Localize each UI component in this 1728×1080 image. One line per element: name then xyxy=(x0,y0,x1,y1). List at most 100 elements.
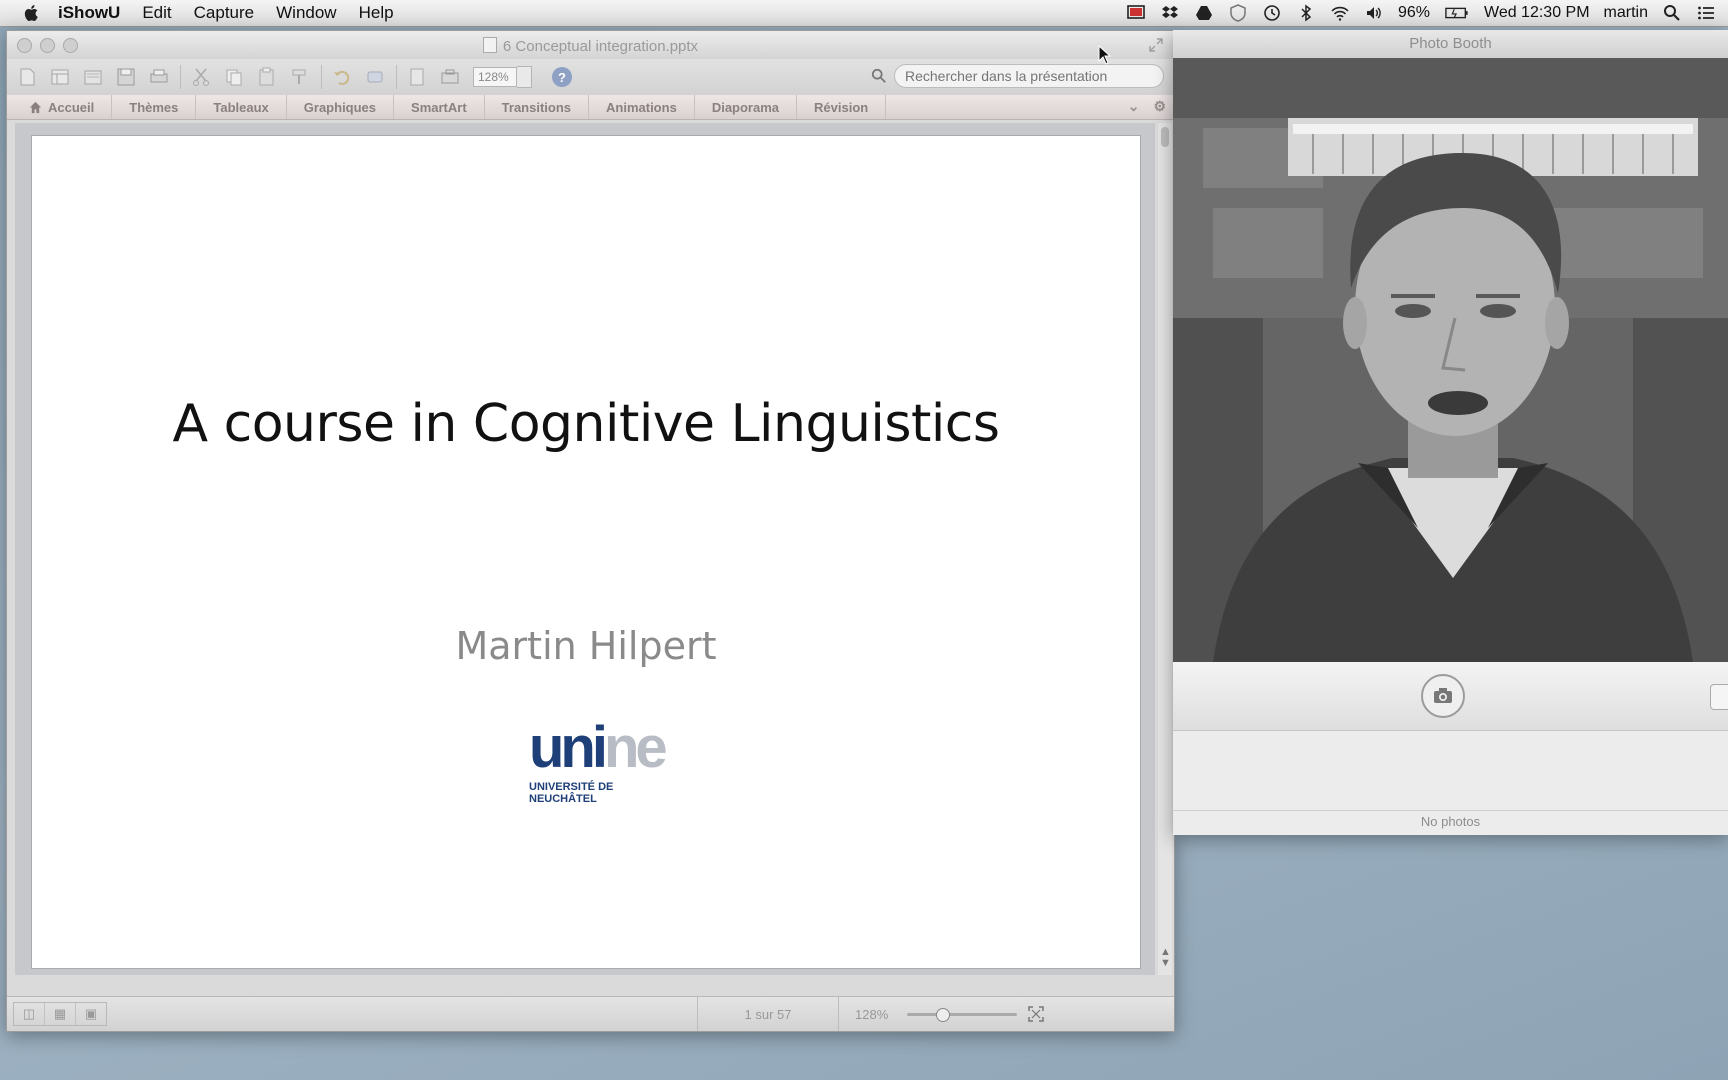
take-photo-button[interactable] xyxy=(1421,674,1465,718)
cut-icon[interactable] xyxy=(188,64,214,90)
photobooth-title: Photo Booth xyxy=(1409,35,1492,52)
tab-accueil-label: Accueil xyxy=(48,99,95,115)
menu-edit[interactable]: Edit xyxy=(142,3,171,23)
scroll-thumb[interactable] xyxy=(1161,127,1169,147)
toolbar-divider xyxy=(396,65,397,89)
toolbox-icon[interactable] xyxy=(437,64,463,90)
ppt-titlebar[interactable]: 6 Conceptual integration.pptx xyxy=(7,31,1174,59)
menu-window[interactable]: Window xyxy=(276,3,336,23)
camera-icon xyxy=(1434,688,1452,703)
redo-icon[interactable] xyxy=(362,64,388,90)
ppt-toolbar: 128% ? xyxy=(7,59,1174,95)
slide-sorter-icon[interactable]: ▦ xyxy=(45,1003,76,1025)
logo-ne: ne xyxy=(603,715,668,780)
save-icon[interactable] xyxy=(113,64,139,90)
help-icon[interactable]: ? xyxy=(552,67,572,87)
photo-strip-divider xyxy=(1173,810,1728,811)
open-icon[interactable] xyxy=(80,64,106,90)
slide-title[interactable]: A course in Cognitive Linguistics xyxy=(32,394,1140,454)
print-icon[interactable] xyxy=(146,64,172,90)
ribbon-settings-icon[interactable]: ⚙ xyxy=(1153,98,1166,115)
mouse-cursor-icon xyxy=(1098,45,1112,65)
bluetooth-icon[interactable] xyxy=(1296,3,1316,23)
copy-icon[interactable] xyxy=(221,64,247,90)
zoom-slider-knob[interactable] xyxy=(936,1008,951,1022)
ribbon-tabs: Accueil Thèmes Tableaux Graphiques Smart… xyxy=(7,95,1174,120)
ppt-title: 6 Conceptual integration.pptx xyxy=(7,37,1174,55)
effects-button[interactable] xyxy=(1710,684,1728,710)
screen-recording-icon[interactable] xyxy=(1126,3,1146,23)
zoom-slider[interactable] xyxy=(907,1008,1017,1022)
slide-subtitle[interactable]: Martin Hilpert xyxy=(32,624,1140,668)
search-container xyxy=(864,64,1164,88)
spotlight-icon[interactable] xyxy=(1662,3,1682,23)
paste-icon[interactable] xyxy=(254,64,280,90)
photobooth-window: Photo Booth No photos xyxy=(1173,30,1728,835)
menu-help[interactable]: Help xyxy=(359,3,394,23)
ppt-title-label: 6 Conceptual integration.pptx xyxy=(502,38,699,55)
slide[interactable]: A course in Cognitive Linguistics Martin… xyxy=(31,135,1141,969)
menu-clock[interactable]: Wed 12:30 PM xyxy=(1484,4,1590,22)
wifi-icon[interactable] xyxy=(1330,3,1350,23)
camera-feed-image xyxy=(1173,58,1728,662)
toolbar-divider xyxy=(180,65,181,89)
format-painter-icon[interactable] xyxy=(287,64,313,90)
volume-icon[interactable] xyxy=(1364,3,1384,23)
ribbon-collapse-icon[interactable]: ⌄ xyxy=(1128,98,1140,115)
vertical-scrollbar[interactable]: ▲ ▼ xyxy=(1158,123,1172,975)
new-icon[interactable] xyxy=(14,64,40,90)
unine-logo: unine UNIVERSITÉ DE NEUCHÂTEL xyxy=(529,719,679,819)
undo-icon[interactable] xyxy=(329,64,355,90)
slide-nav-arrows-icon[interactable]: ▲ ▼ xyxy=(1160,947,1171,969)
tab-accueil[interactable]: Accueil xyxy=(7,95,113,119)
view-switcher: ◫ ▦ ▣ xyxy=(13,1002,107,1026)
search-input[interactable] xyxy=(894,64,1164,88)
tab-tableaux[interactable]: Tableaux xyxy=(196,95,287,119)
drive-icon[interactable] xyxy=(1194,3,1214,23)
apple-menu-icon[interactable] xyxy=(22,3,42,23)
zoom-field[interactable]: 128% xyxy=(473,67,517,87)
logo-uni: uni xyxy=(529,715,608,780)
fullscreen-icon[interactable] xyxy=(1148,37,1164,53)
home-icon xyxy=(29,101,42,113)
menu-user[interactable]: martin xyxy=(1604,4,1648,22)
time-machine-icon[interactable] xyxy=(1262,3,1282,23)
ribbon-controls: ⌄ ⚙ xyxy=(1128,98,1166,115)
logo-line-2: NEUCHÂTEL xyxy=(529,793,597,805)
document-icon xyxy=(482,37,497,53)
status-zoom-level: 128% xyxy=(855,1006,889,1022)
fit-to-window-icon[interactable] xyxy=(1027,1005,1045,1023)
tab-transitions[interactable]: Transitions xyxy=(485,95,590,119)
menu-capture[interactable]: Capture xyxy=(194,3,254,23)
slide-canvas: A course in Cognitive Linguistics Martin… xyxy=(15,123,1155,975)
templates-icon[interactable] xyxy=(47,64,73,90)
ppt-statusbar: ◫ ▦ ▣ 1 sur 57 128% xyxy=(7,996,1174,1031)
tab-revision[interactable]: Révision xyxy=(797,95,887,119)
search-icon[interactable] xyxy=(864,64,894,88)
no-photos-label: No photos xyxy=(1420,814,1481,829)
menu-extras: 96% Wed 12:30 PM martin xyxy=(1126,0,1716,26)
shield-icon[interactable] xyxy=(1228,3,1248,23)
slideshow-view-icon[interactable]: ▣ xyxy=(76,1003,106,1025)
zoom-dropdown[interactable] xyxy=(517,66,532,88)
battery-icon[interactable] xyxy=(1444,3,1470,23)
tab-smartart[interactable]: SmartArt xyxy=(394,95,485,119)
notification-list-icon[interactable] xyxy=(1696,3,1716,23)
tab-themes[interactable]: Thèmes xyxy=(112,95,197,119)
dropbox-icon[interactable] xyxy=(1160,3,1180,23)
photo-strip: No photos xyxy=(1173,731,1728,835)
menu-bar: iShowU Edit Capture Window Help 96% Wed … xyxy=(0,0,1728,27)
tab-diaporama[interactable]: Diaporama xyxy=(695,95,798,119)
tab-animations[interactable]: Animations xyxy=(589,95,695,119)
menu-app-ishowu[interactable]: iShowU xyxy=(58,3,120,23)
logo-line-1: UNIVERSITÉ DE xyxy=(529,781,614,793)
normal-view-icon[interactable]: ◫ xyxy=(14,1003,45,1025)
camera-preview xyxy=(1173,58,1728,662)
media-browser-icon[interactable] xyxy=(404,64,430,90)
powerpoint-window: 6 Conceptual integration.pptx 128% ? Acc… xyxy=(6,30,1175,1032)
tab-graphiques[interactable]: Graphiques xyxy=(287,95,395,119)
battery-percentage: 96% xyxy=(1397,4,1430,21)
photobooth-controls xyxy=(1173,662,1728,731)
slide-counter: 1 sur 57 xyxy=(697,997,839,1031)
photobooth-titlebar[interactable]: Photo Booth xyxy=(1173,30,1728,58)
